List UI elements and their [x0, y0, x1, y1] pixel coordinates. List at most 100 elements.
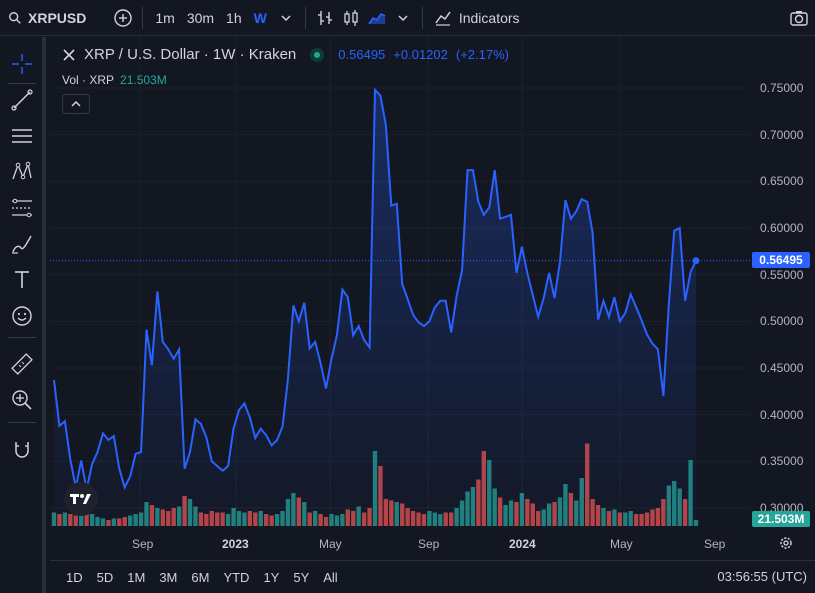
bottom-toolbar: 1D 5D 1M 3M 6M YTD 1Y 5Y All 03:56:55 (UTC) [50, 560, 815, 593]
bar-chart-type-button[interactable] [312, 5, 338, 31]
settings-gear-icon[interactable] [778, 535, 794, 551]
range-button-1m[interactable]: 1M [120, 570, 152, 585]
bars-icon [317, 10, 332, 25]
emoji-tool-button[interactable] [7, 301, 37, 331]
interval-1m-button[interactable]: 1m [149, 10, 180, 26]
range-button-3m[interactable]: 3M [152, 570, 184, 585]
candles-chart-type-button[interactable] [338, 5, 364, 31]
fib-retracement-icon [12, 198, 32, 218]
crosshair-tool-button[interactable] [7, 49, 37, 79]
interval-30m-button[interactable]: 30m [181, 10, 220, 26]
xrp-logo-icon [63, 48, 75, 61]
chart-legend: XRP / U.S. Dollar · 1W · Kraken 0.56495 … [62, 46, 509, 63]
time-axis-label: Sep [132, 537, 154, 551]
interval-dropdown-button[interactable] [273, 5, 299, 31]
price-axis-label: 0.50000 [760, 314, 804, 329]
range-button-6m[interactable]: 6M [184, 570, 216, 585]
text-icon [15, 271, 29, 288]
horizontal-lines-tool-button[interactable] [7, 121, 37, 151]
symbol-label: XRPUSD [28, 9, 87, 26]
crosshair-icon [12, 54, 32, 74]
area-chart-icon [368, 12, 386, 24]
symbol-search-button[interactable]: XRPUSD [0, 0, 90, 36]
trend-line-tool-button[interactable] [7, 85, 37, 115]
brush-tool-button[interactable] [7, 229, 37, 259]
price-chart[interactable] [50, 37, 815, 557]
trend-line-icon [11, 89, 33, 111]
clock-timezone[interactable]: 03:56:55 (UTC) [717, 569, 807, 584]
time-axis-label: Sep [704, 537, 726, 551]
brush-icon [12, 235, 32, 254]
price-axis-label: 0.75000 [760, 81, 804, 95]
time-axis-label: 2023 [222, 537, 249, 551]
volume-value: 21.503M [120, 73, 167, 87]
price-axis-label: 0.60000 [760, 221, 804, 235]
range-button-5y[interactable]: 5Y [286, 570, 316, 585]
camera-icon [790, 11, 808, 26]
compare-symbol-button[interactable] [110, 5, 136, 31]
candles-icon [344, 9, 358, 26]
horizontal-lines-icon [12, 129, 32, 143]
toolbar-divider [421, 6, 423, 29]
indicators-icon [435, 11, 451, 26]
price-axis-label: 0.40000 [760, 407, 804, 422]
chevron-down-icon [281, 14, 291, 21]
drawing-toolbar [0, 37, 46, 593]
area-chart-type-button[interactable] [364, 5, 390, 31]
toolbar-divider [142, 6, 144, 29]
measure-tool-button[interactable] [7, 349, 37, 379]
range-button-all[interactable]: All [316, 570, 344, 585]
market-status-indicator[interactable] [310, 47, 325, 62]
fib-tool-button[interactable] [7, 193, 37, 223]
last-volume-tag: 21.503M [752, 511, 810, 527]
top-toolbar: XRPUSD 1m 30m 1h W Indicators [0, 0, 815, 36]
ruler-icon [11, 353, 33, 375]
range-button-1y[interactable]: 1Y [256, 570, 286, 585]
symbol-title: XRP / U.S. Dollar · 1W · Kraken [84, 46, 297, 63]
price-axis-label: 0.35000 [760, 454, 804, 469]
price-area-fill [54, 89, 696, 527]
plus-circle-icon [114, 8, 133, 27]
date-range-buttons: 1D 5D 1M 3M 6M YTD 1Y 5Y All [59, 570, 345, 585]
price-axis-label: 0.55000 [760, 267, 804, 282]
time-axis-label: May [610, 537, 633, 551]
pattern-tool-button[interactable] [7, 157, 37, 187]
range-button-ytd[interactable]: YTD [216, 570, 256, 585]
legend-change: +0.01202 [393, 47, 448, 62]
search-icon [9, 11, 21, 24]
last-price-tag: 0.56495 [752, 252, 810, 268]
range-button-1d[interactable]: 1D [59, 570, 90, 585]
tradingview-logo-icon [70, 494, 91, 504]
price-axis-label: 0.45000 [760, 361, 804, 375]
tradingview-logo[interactable] [64, 482, 98, 516]
magnet-icon [15, 442, 29, 458]
toolbar-divider [8, 83, 36, 84]
chart-type-dropdown-button[interactable] [390, 5, 416, 31]
interval-w-button[interactable]: W [248, 10, 273, 26]
screenshot-button[interactable] [786, 5, 812, 31]
interval-1h-button[interactable]: 1h [220, 10, 248, 26]
last-price-dot [692, 257, 700, 265]
magnet-tool-button[interactable] [7, 435, 37, 465]
toolbar-divider [8, 337, 36, 338]
text-tool-button[interactable] [7, 265, 37, 295]
price-axis-label: 0.70000 [760, 127, 804, 142]
time-axis-label: May [319, 537, 342, 551]
zoom-in-icon [12, 390, 32, 410]
time-axis-label: Sep [418, 537, 440, 551]
legend-price: 0.56495 [338, 47, 386, 62]
chevron-down-icon [398, 14, 408, 21]
toolbar-divider [8, 422, 36, 423]
indicators-button[interactable]: Indicators [429, 0, 524, 36]
range-button-5d[interactable]: 5D [90, 570, 121, 585]
chart-pane[interactable] [50, 37, 815, 557]
volume-label: Vol · XRP [62, 73, 115, 87]
price-axis-label: 0.65000 [760, 174, 804, 189]
collapse-legend-button[interactable] [62, 94, 90, 114]
time-axis-label: 2024 [509, 537, 536, 551]
volume-legend: Vol · XRP 21.503M [62, 73, 167, 87]
indicators-label: Indicators [458, 9, 520, 26]
smiley-icon [12, 306, 32, 326]
legend-change-percent: (+2.17%) [455, 47, 509, 62]
zoom-tool-button[interactable] [7, 385, 37, 415]
